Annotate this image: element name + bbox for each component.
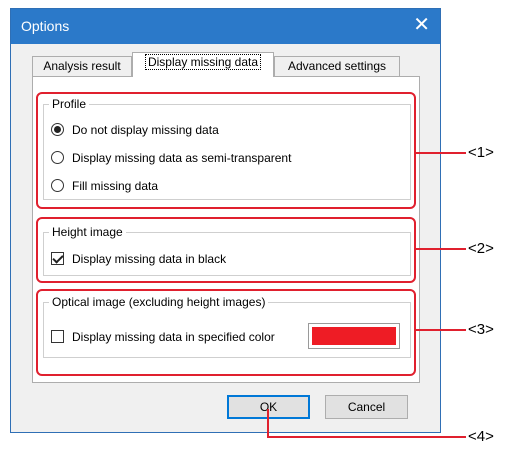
callout-label-2: <2> — [468, 240, 494, 257]
callout-label-3: <3> — [468, 321, 494, 338]
callout-label-4: <4> — [468, 428, 494, 445]
tab-label: Display missing data — [144, 54, 262, 70]
tab-display-missing-data[interactable]: Display missing data — [132, 52, 274, 77]
callout-line-4 — [267, 409, 466, 438]
callout-label-1: <1> — [468, 144, 494, 161]
